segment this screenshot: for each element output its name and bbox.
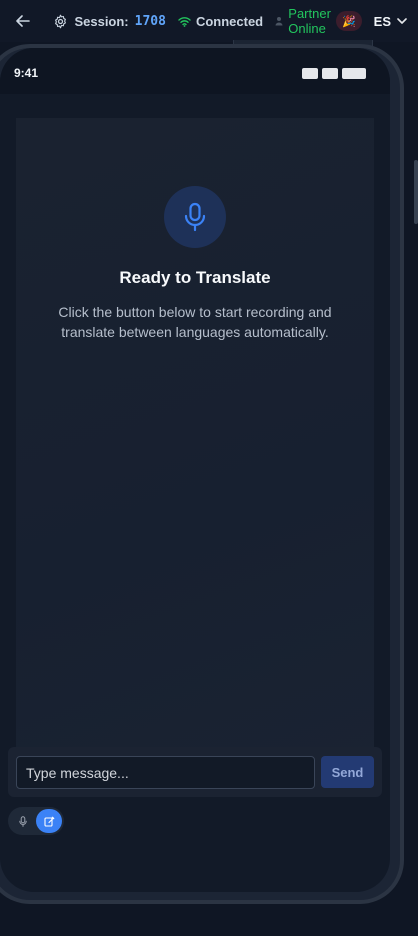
microphone-icon — [184, 202, 206, 232]
language-selector[interactable]: ES — [374, 14, 391, 29]
partner-status: Partner Online — [288, 6, 331, 36]
wifi-icon — [178, 14, 191, 28]
translation-area: Ready to Translate Click the button belo… — [16, 118, 374, 778]
send-button[interactable]: Send — [321, 756, 374, 788]
signal-icon — [302, 68, 318, 79]
back-arrow-icon[interactable] — [12, 9, 34, 33]
gear-icon[interactable] — [52, 12, 68, 30]
status-time: 9:41 — [14, 66, 39, 80]
microphone-badge — [164, 186, 226, 248]
top-bar: Session: 1708 Connected Partner Online 🎉… — [0, 0, 418, 42]
input-mode-toggle — [8, 807, 64, 835]
battery-icon — [342, 68, 366, 79]
chevron-down-icon[interactable] — [397, 15, 408, 27]
voice-mode-button[interactable] — [10, 809, 36, 833]
microphone-small-icon — [19, 815, 27, 827]
ready-title: Ready to Translate — [119, 268, 271, 287]
party-icon[interactable]: 🎉 — [336, 11, 362, 31]
edit-icon — [43, 816, 54, 827]
session-id: 1708 — [134, 13, 166, 29]
message-composer: Send — [8, 747, 382, 797]
message-input[interactable] — [16, 756, 315, 789]
wifi-status-icon — [322, 68, 338, 79]
status-icons — [302, 68, 366, 79]
status-bar: 9:41 — [0, 48, 390, 94]
session-label: Session: — [74, 13, 129, 29]
ready-description: Click the button below to start recordin… — [58, 304, 332, 340]
text-mode-button[interactable] — [36, 809, 62, 833]
party-emoji: 🎉 — [342, 15, 356, 28]
scrollbar[interactable] — [414, 160, 418, 224]
connection-status: Connected — [195, 13, 264, 29]
user-icon — [275, 15, 284, 27]
